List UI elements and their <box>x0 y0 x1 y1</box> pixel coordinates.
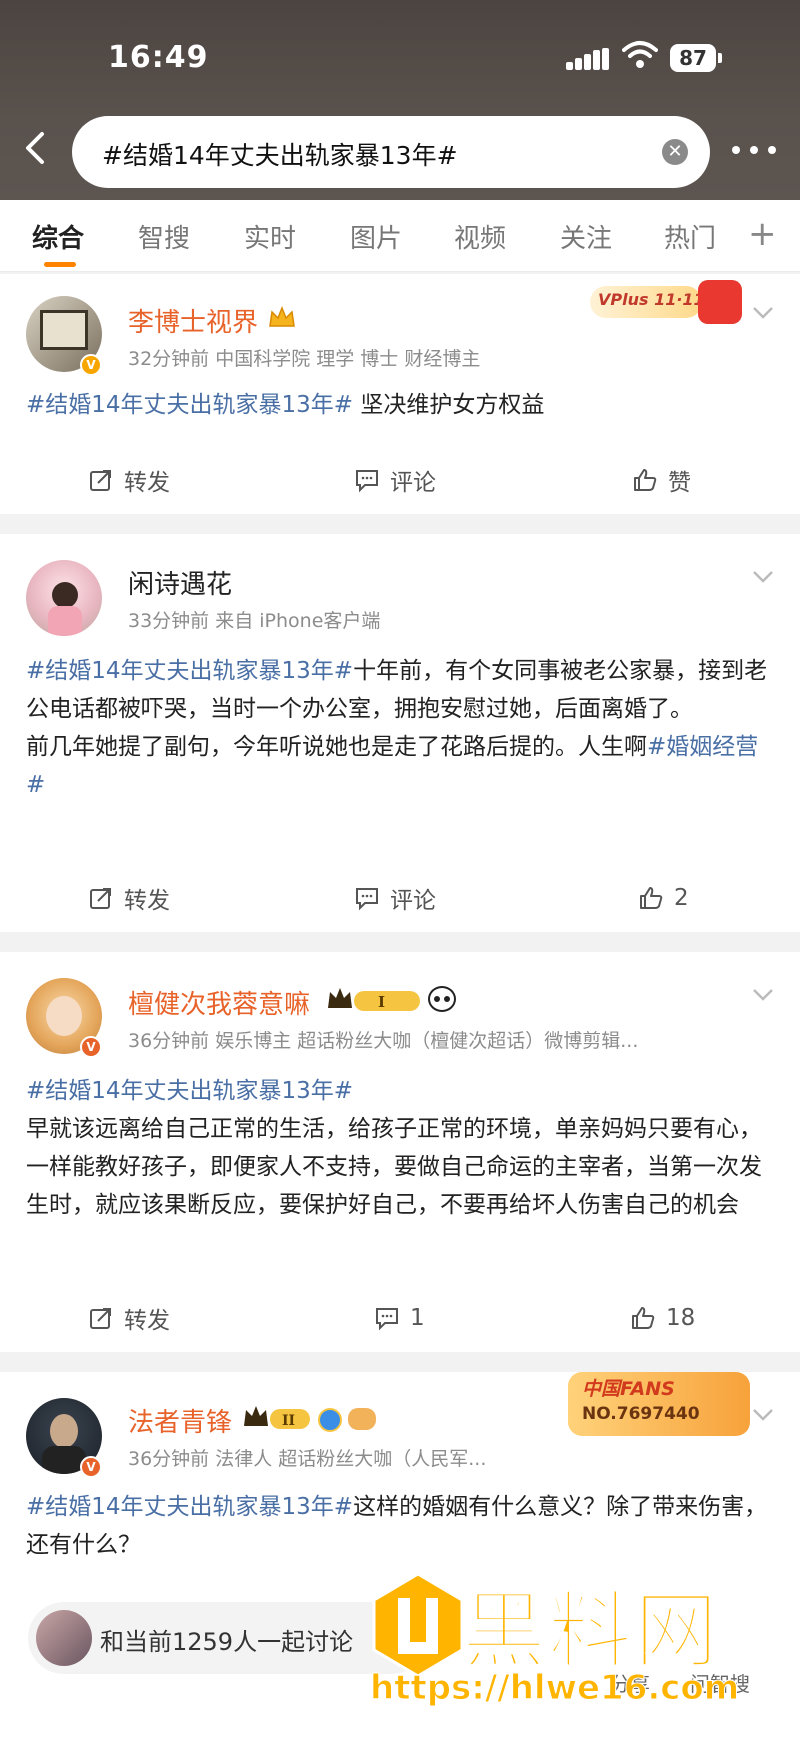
thumbs-up-icon <box>640 887 663 909</box>
avatar <box>36 1610 92 1666</box>
comment-button[interactable]: 1 <box>374 1298 425 1338</box>
like-button[interactable]: 18 <box>630 1298 695 1338</box>
tab-comprehensive[interactable]: 综合 <box>32 218 84 255</box>
repost-button[interactable]: 转发 <box>88 878 170 918</box>
tab-following[interactable]: 关注 <box>560 218 612 255</box>
watermark-logo <box>372 1572 464 1678</box>
watermark-url: https://hlwe16.com <box>369 1668 740 1709</box>
search-input[interactable]: #结婚14年丈夫出轨家暴13年# ✕ <box>72 116 710 188</box>
active-tab-indicator <box>44 262 76 267</box>
like-button[interactable]: 2 <box>638 878 689 918</box>
crown-icon <box>269 306 295 327</box>
post-text: #结婚14年丈夫出轨家暴13年#这样的婚姻有什么意义？除了带来伤害，还有什么？ <box>26 1494 768 1558</box>
status-time: 16:49 <box>108 40 209 75</box>
tab-videos[interactable]: 视频 <box>454 218 506 255</box>
post-actions: 转发 评论 2 <box>0 878 800 918</box>
like-count: 18 <box>666 1305 696 1331</box>
comment-button[interactable]: 评论 <box>354 878 436 918</box>
svg-text:I: I <box>378 993 385 1011</box>
chevron-down-icon[interactable] <box>752 1408 774 1422</box>
hashtag-link[interactable]: #结婚14年丈夫出轨家暴13年# <box>26 392 353 418</box>
chevron-down-icon[interactable] <box>752 570 774 584</box>
verified-badge-icon: V <box>80 354 102 376</box>
post-text: #结婚14年丈夫出轨家暴13年# 早就该远离给自己正常的生活，给孩子正常的环境，单… <box>26 1078 762 1218</box>
tab-smart-search[interactable]: 智搜 <box>138 218 190 255</box>
verified-badge-icon: V <box>80 1036 102 1058</box>
comment-icon <box>356 470 378 493</box>
username[interactable]: 李博士视界 <box>128 302 258 339</box>
avatar[interactable] <box>26 560 102 636</box>
repost-button[interactable]: 转发 <box>88 1298 170 1338</box>
chevron-down-icon[interactable] <box>752 306 774 320</box>
post-text: #结婚14年丈夫出轨家暴13年# 坚决维护女方权益 <box>26 392 545 418</box>
search-query: #结婚14年丈夫出轨家暴13年# <box>102 141 458 170</box>
red-packet-icon <box>698 280 742 324</box>
post-card: V 檀健次我蓉意嘛 I 36分钟前 娱乐博主 超话粉丝大咖（檀健次超话）微博剪辑… <box>0 952 800 1352</box>
post-meta: 33分钟前 来自 iPhone客户端 <box>128 610 381 632</box>
discuss-label: 和当前1259人一起讨论 <box>100 1628 354 1656</box>
thumbs-up-icon <box>634 469 657 491</box>
add-tab-icon[interactable]: + <box>748 214 777 254</box>
repost-button[interactable]: 转发 <box>88 460 170 500</box>
post-actions: 转发 1 18 <box>0 1298 800 1338</box>
fish-icon <box>348 1408 376 1430</box>
like-count: 2 <box>674 885 689 911</box>
comment-count: 1 <box>410 1305 425 1331</box>
comment-button[interactable]: 评论 <box>354 460 436 500</box>
post-actions: 转发 评论 赞 <box>0 460 800 500</box>
wifi-icon <box>622 41 658 68</box>
like-button[interactable]: 赞 <box>632 460 691 500</box>
battery-indicator: 87 <box>670 44 722 72</box>
vip-level-badge: II <box>244 1406 310 1429</box>
verified-badge-icon: V <box>80 1456 102 1478</box>
post-card: 闲诗遇花 33分钟前 来自 iPhone客户端 #结婚14年丈夫出轨家暴13年#… <box>0 534 800 932</box>
tab-realtime[interactable]: 实时 <box>244 218 296 255</box>
hashtag-link[interactable]: #结婚14年丈夫出轨家暴13年# <box>26 658 353 684</box>
post-text: #结婚14年丈夫出轨家暴13年#十年前，有个女同事被老公家暴，接到老公电话都被吓… <box>26 658 768 798</box>
china-fans-badge: 中国FANS NO.7697440 <box>568 1372 750 1436</box>
username[interactable]: 法者青锋 <box>128 1402 232 1439</box>
hashtag-link[interactable]: #结婚14年丈夫出轨家暴13年# <box>26 1078 353 1104</box>
top-header: 16:49 87 #结婚14年丈夫出轨家暴13年# ✕ <box>0 0 800 200</box>
back-button[interactable] <box>14 126 58 170</box>
post-actions <box>0 952 800 992</box>
thumbs-up-icon <box>632 1307 655 1329</box>
more-options-icon[interactable] <box>730 138 780 162</box>
tab-hot[interactable]: 热门 <box>664 218 720 255</box>
vplus-badge: VPlus 11·11 <box>590 280 750 324</box>
repost-icon <box>90 470 111 491</box>
post-meta: 36分钟前 法律人 超话粉丝大咖（人民军... <box>128 1448 487 1470</box>
clear-search-icon[interactable]: ✕ <box>662 139 688 165</box>
watermark-brand: 黑料网 <box>461 1581 721 1681</box>
comment-icon <box>356 888 378 911</box>
signal-icon <box>566 48 609 70</box>
comment-icon <box>376 1308 398 1331</box>
repost-icon <box>90 888 111 909</box>
svg-text:II: II <box>282 1413 295 1429</box>
repost-icon <box>90 1308 111 1329</box>
tab-bar: 综合 智搜 实时 图片 视频 关注 热门 + <box>0 200 800 272</box>
globe-icon <box>318 1408 342 1432</box>
post-meta: 36分钟前 娱乐博主 超话粉丝大咖（檀健次超话）微博剪辑... <box>128 1030 639 1052</box>
post-meta: 32分钟前 中国科学院 理学 博士 财经博主 <box>128 348 481 370</box>
username[interactable]: 闲诗遇花 <box>128 564 232 601</box>
tab-images[interactable]: 图片 <box>350 218 402 255</box>
hashtag-link[interactable]: #结婚14年丈夫出轨家暴13年# <box>26 1494 353 1520</box>
